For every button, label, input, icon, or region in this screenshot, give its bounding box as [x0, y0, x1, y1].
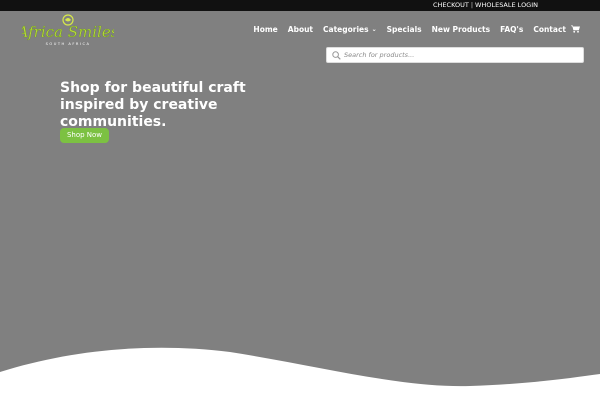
chevron-down-icon: ⌄ [371, 25, 377, 33]
nav-home[interactable]: Home [253, 25, 277, 34]
nav-new-products[interactable]: New Products [432, 25, 490, 34]
search-input[interactable] [344, 49, 579, 61]
main-nav: Home About Categories ⌄ Specials New Prod… [253, 24, 580, 34]
logo-subtext: SOUTH AFRICA [46, 42, 91, 46]
nav-categories[interactable]: Categories ⌄ [323, 25, 377, 34]
hero-title: Shop for beautiful craft inspired by cre… [60, 80, 246, 130]
search-icon[interactable] [332, 51, 341, 60]
product-search [326, 47, 584, 63]
africa-smiles-logo[interactable]: Africa Smiles SOUTH AFRICA [22, 13, 114, 47]
checkout-link[interactable]: CHECKOUT [433, 1, 469, 9]
nav-contact[interactable]: Contact [533, 25, 566, 34]
shop-now-button[interactable]: Shop Now [60, 128, 109, 143]
nav-about[interactable]: About [288, 25, 313, 34]
nav-specials[interactable]: Specials [387, 25, 422, 34]
logo-text: Africa Smiles [22, 23, 114, 41]
wholesale-login-link[interactable]: WHOLESALE LOGIN [475, 1, 538, 9]
cart-icon[interactable] [571, 25, 580, 33]
top-bar: CHECKOUT | WHOLESALE LOGIN [0, 0, 600, 11]
top-bar-links: CHECKOUT | WHOLESALE LOGIN [433, 1, 538, 10]
nav-faqs[interactable]: FAQ's [500, 25, 523, 34]
wave-divider [0, 347, 600, 400]
